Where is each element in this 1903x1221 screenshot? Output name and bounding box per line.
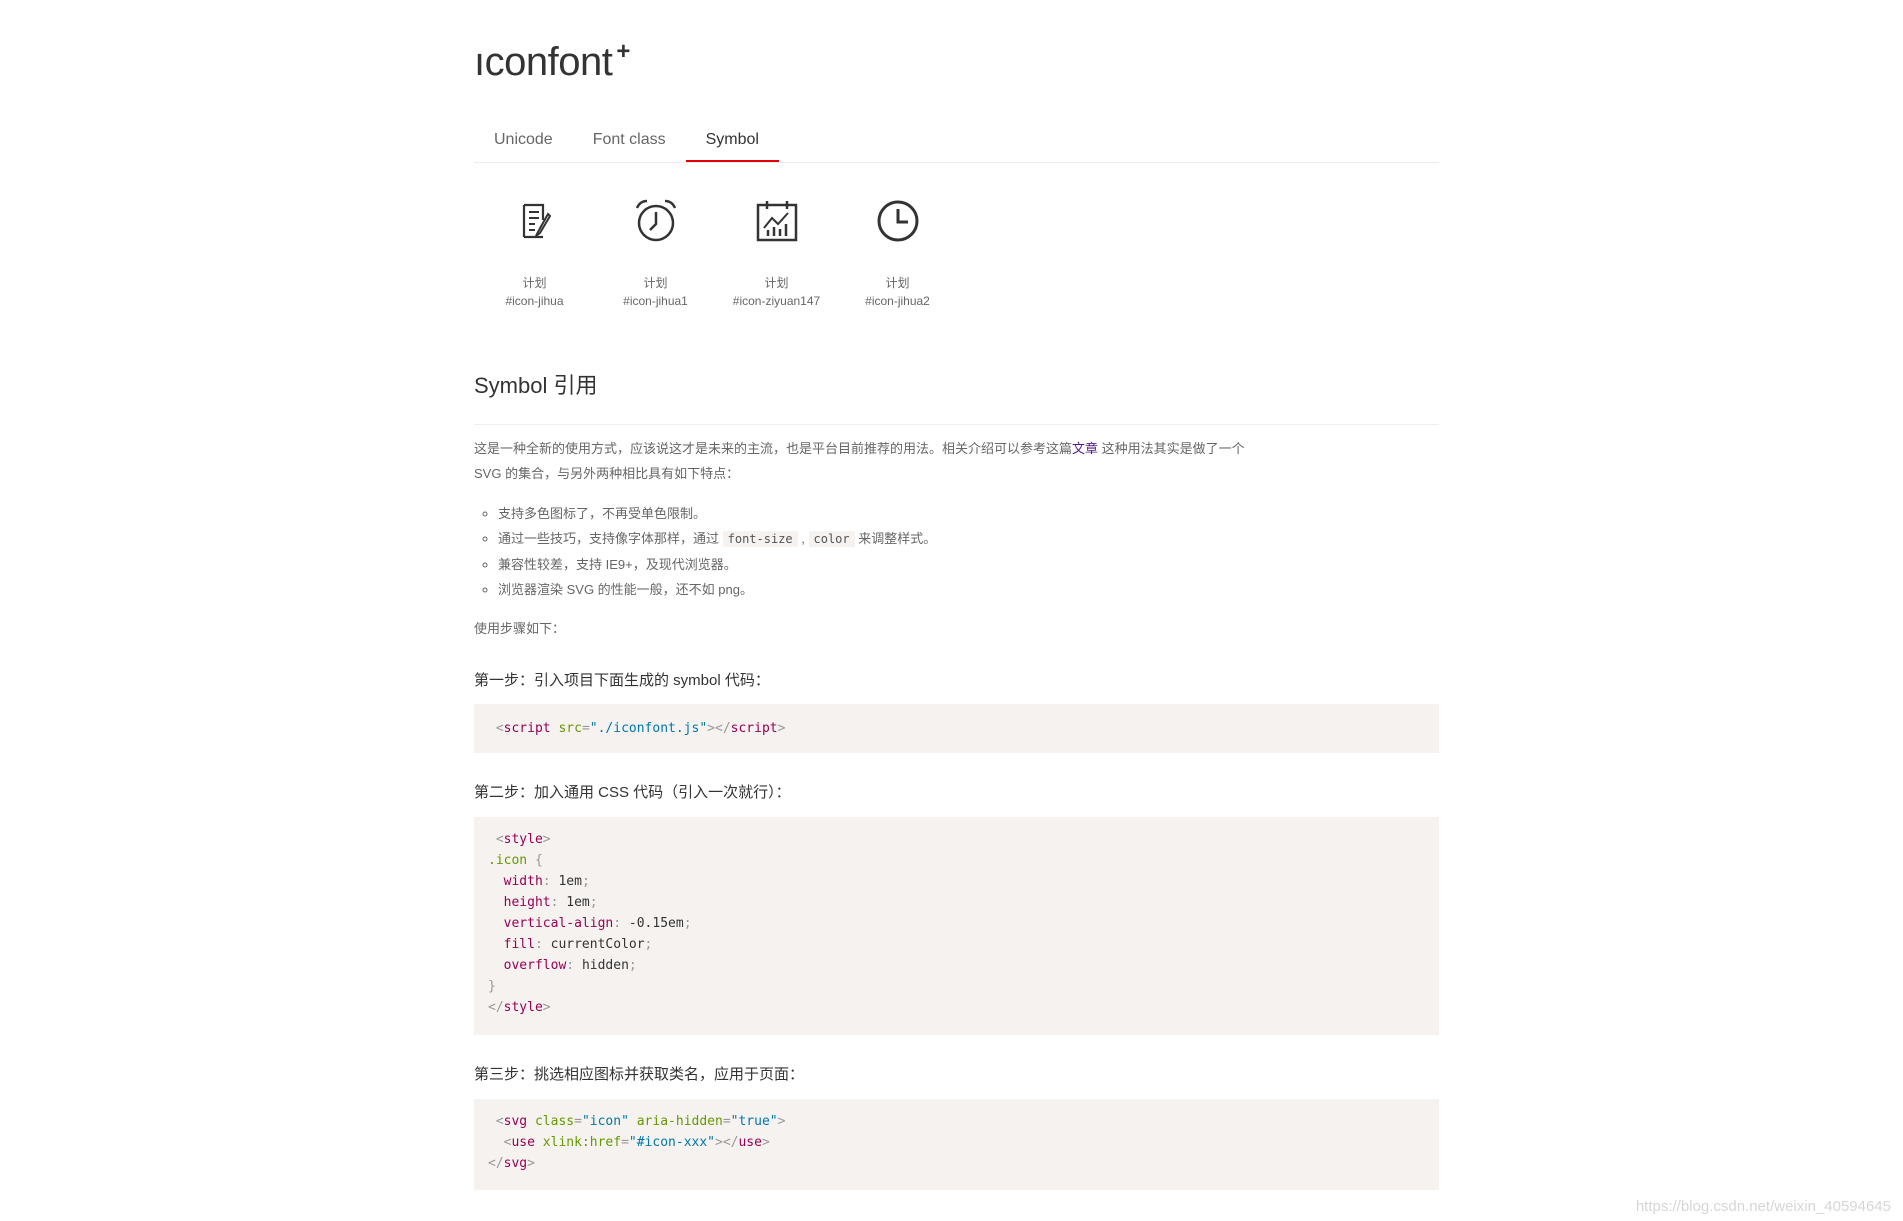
intro-paragraph: 这是一种全新的使用方式，应该说这才是未来的主流，也是平台目前推荐的用法。相关介绍… <box>474 436 1254 486</box>
icon-item[interactable]: 计划 #icon-ziyuan147 <box>716 188 837 310</box>
feature-text: 兼容性较差，支持 IE9+，及现代浏览器。 <box>498 557 737 572</box>
icon-code: #icon-jihua1 <box>623 294 688 308</box>
list-item: 支持多色图标了，不再受单色限制。 <box>498 501 936 526</box>
tab-unicode[interactable]: Unicode <box>474 120 573 161</box>
icon-code: #icon-ziyuan147 <box>732 294 821 308</box>
code-token: { <box>527 853 543 868</box>
code-block-css[interactable]: <style> .icon { width: 1em; height: 1em;… <box>474 817 1439 1035</box>
code-token: } <box>488 979 496 994</box>
code-token: aria-hidden <box>636 1114 723 1129</box>
code-token: hidden <box>581 958 629 973</box>
code-token: use <box>511 1135 535 1150</box>
tab-symbol[interactable]: Symbol <box>685 120 779 162</box>
feature-text: 支持多色图标了，不再受单色限制。 <box>498 506 707 521</box>
iconfont-logo[interactable]: ıconfont + <box>474 38 630 86</box>
alarm-clock-icon <box>635 199 676 242</box>
feature-text: , <box>797 531 809 546</box>
icon-item[interactable]: 计划 #icon-jihua1 <box>595 188 716 310</box>
code-token: ></ <box>707 721 731 736</box>
watermark: https://blog.csdn.net/weixin_40594645 <box>1635 1198 1891 1215</box>
icon-name: 计划 <box>522 276 547 290</box>
code-token: </ <box>488 1000 504 1015</box>
step-3-title: 第三步：挑选相应图标并获取类名，应用于页面： <box>474 1066 805 1083</box>
code-token: "#icon-xxx" <box>628 1135 715 1150</box>
code-token: > <box>777 721 786 736</box>
code-token: > <box>542 832 551 847</box>
icon-list: 计划 #icon-jihua 计划 #icon-jihua1 计划 #icon-… <box>474 188 958 310</box>
icon-name: 计划 <box>764 276 789 290</box>
code-token: 1em <box>566 895 590 910</box>
steps-intro: 使用步骤如下： <box>474 621 566 636</box>
code-token: -0.15em <box>628 916 684 931</box>
intro-text-1: 这是一种全新的使用方式，应该说这才是未来的主流，也是平台目前推荐的用法。相关介绍… <box>474 441 1073 456</box>
code-token: script <box>730 721 778 736</box>
section-title: Symbol 引用 <box>474 368 1439 425</box>
notepad-icon <box>522 203 551 239</box>
icon-code: #icon-jihua <box>505 294 564 308</box>
code-token: > <box>542 1000 551 1015</box>
code-token: xlink:href <box>542 1135 622 1150</box>
step-1-title: 第一步：引入项目下面生成的 symbol 代码： <box>474 672 770 689</box>
logo-text: ıconfont <box>474 40 613 84</box>
tab-font-class[interactable]: Font class <box>573 120 686 161</box>
code-token: .icon <box>488 853 528 868</box>
code-token: style <box>503 1000 543 1015</box>
article-link[interactable]: 文章 <box>1072 441 1098 456</box>
list-item: 通过一些技巧，支持像字体那样，通过 font-size , color 来调整样… <box>498 526 936 552</box>
logo-plus: + <box>616 38 631 65</box>
feature-text: 浏览器渲染 SVG 的性能一般，还不如 png。 <box>498 582 753 597</box>
feature-text: 来调整样式。 <box>854 531 937 546</box>
code-token: "./iconfont.js" <box>589 721 708 736</box>
code-block-svg[interactable]: <svg class="icon" aria-hidden="true"> <u… <box>474 1099 1439 1190</box>
code-token: style <box>503 832 543 847</box>
code-token: svg <box>503 1156 528 1171</box>
code-token: use <box>738 1135 762 1150</box>
code-token: < <box>495 832 504 847</box>
feature-text: 通过一些技巧，支持像字体那样，通过 <box>498 531 723 546</box>
code-token: svg <box>503 1114 528 1129</box>
code-token: = <box>581 721 590 736</box>
code-token: class <box>534 1114 575 1129</box>
list-item: 浏览器渲染 SVG 的性能一般，还不如 png。 <box>498 577 936 602</box>
code-token: currentColor <box>550 937 645 952</box>
icon-name: 计划 <box>643 276 668 290</box>
icon-name: 计划 <box>885 276 910 290</box>
calendar-chart-icon <box>756 201 797 242</box>
code-token: 1em <box>558 874 582 889</box>
step-2-title: 第二步：加入通用 CSS 代码（引入一次就行）： <box>474 784 791 801</box>
code-token: height <box>503 895 551 910</box>
inline-code-color: color <box>808 531 855 547</box>
icon-item[interactable]: 计划 #icon-jihua2 <box>837 188 958 310</box>
code-token: "icon" <box>581 1114 629 1129</box>
feature-list: 支持多色图标了，不再受单色限制。 通过一些技巧，支持像字体那样，通过 font-… <box>474 501 936 602</box>
code-token: vertical-align <box>503 916 614 931</box>
list-item: 兼容性较差，支持 IE9+，及现代浏览器。 <box>498 552 936 577</box>
code-token: "true" <box>730 1114 778 1129</box>
code-token: overflow <box>503 958 567 973</box>
code-block-script[interactable]: <script src="./iconfont.js"></script> <box>474 704 1439 753</box>
tab-bar: Unicode Font class Symbol <box>474 120 1439 163</box>
icon-item[interactable]: 计划 #icon-jihua <box>474 188 595 310</box>
code-token: script <box>503 721 551 736</box>
icon-code: #icon-jihua2 <box>865 294 930 308</box>
clock-icon <box>877 200 918 242</box>
code-token: src <box>558 721 582 736</box>
inline-code-font-size: font-size <box>722 531 798 547</box>
code-token: width <box>503 874 543 889</box>
code-token: fill <box>503 937 535 952</box>
code-token: < <box>495 721 504 736</box>
